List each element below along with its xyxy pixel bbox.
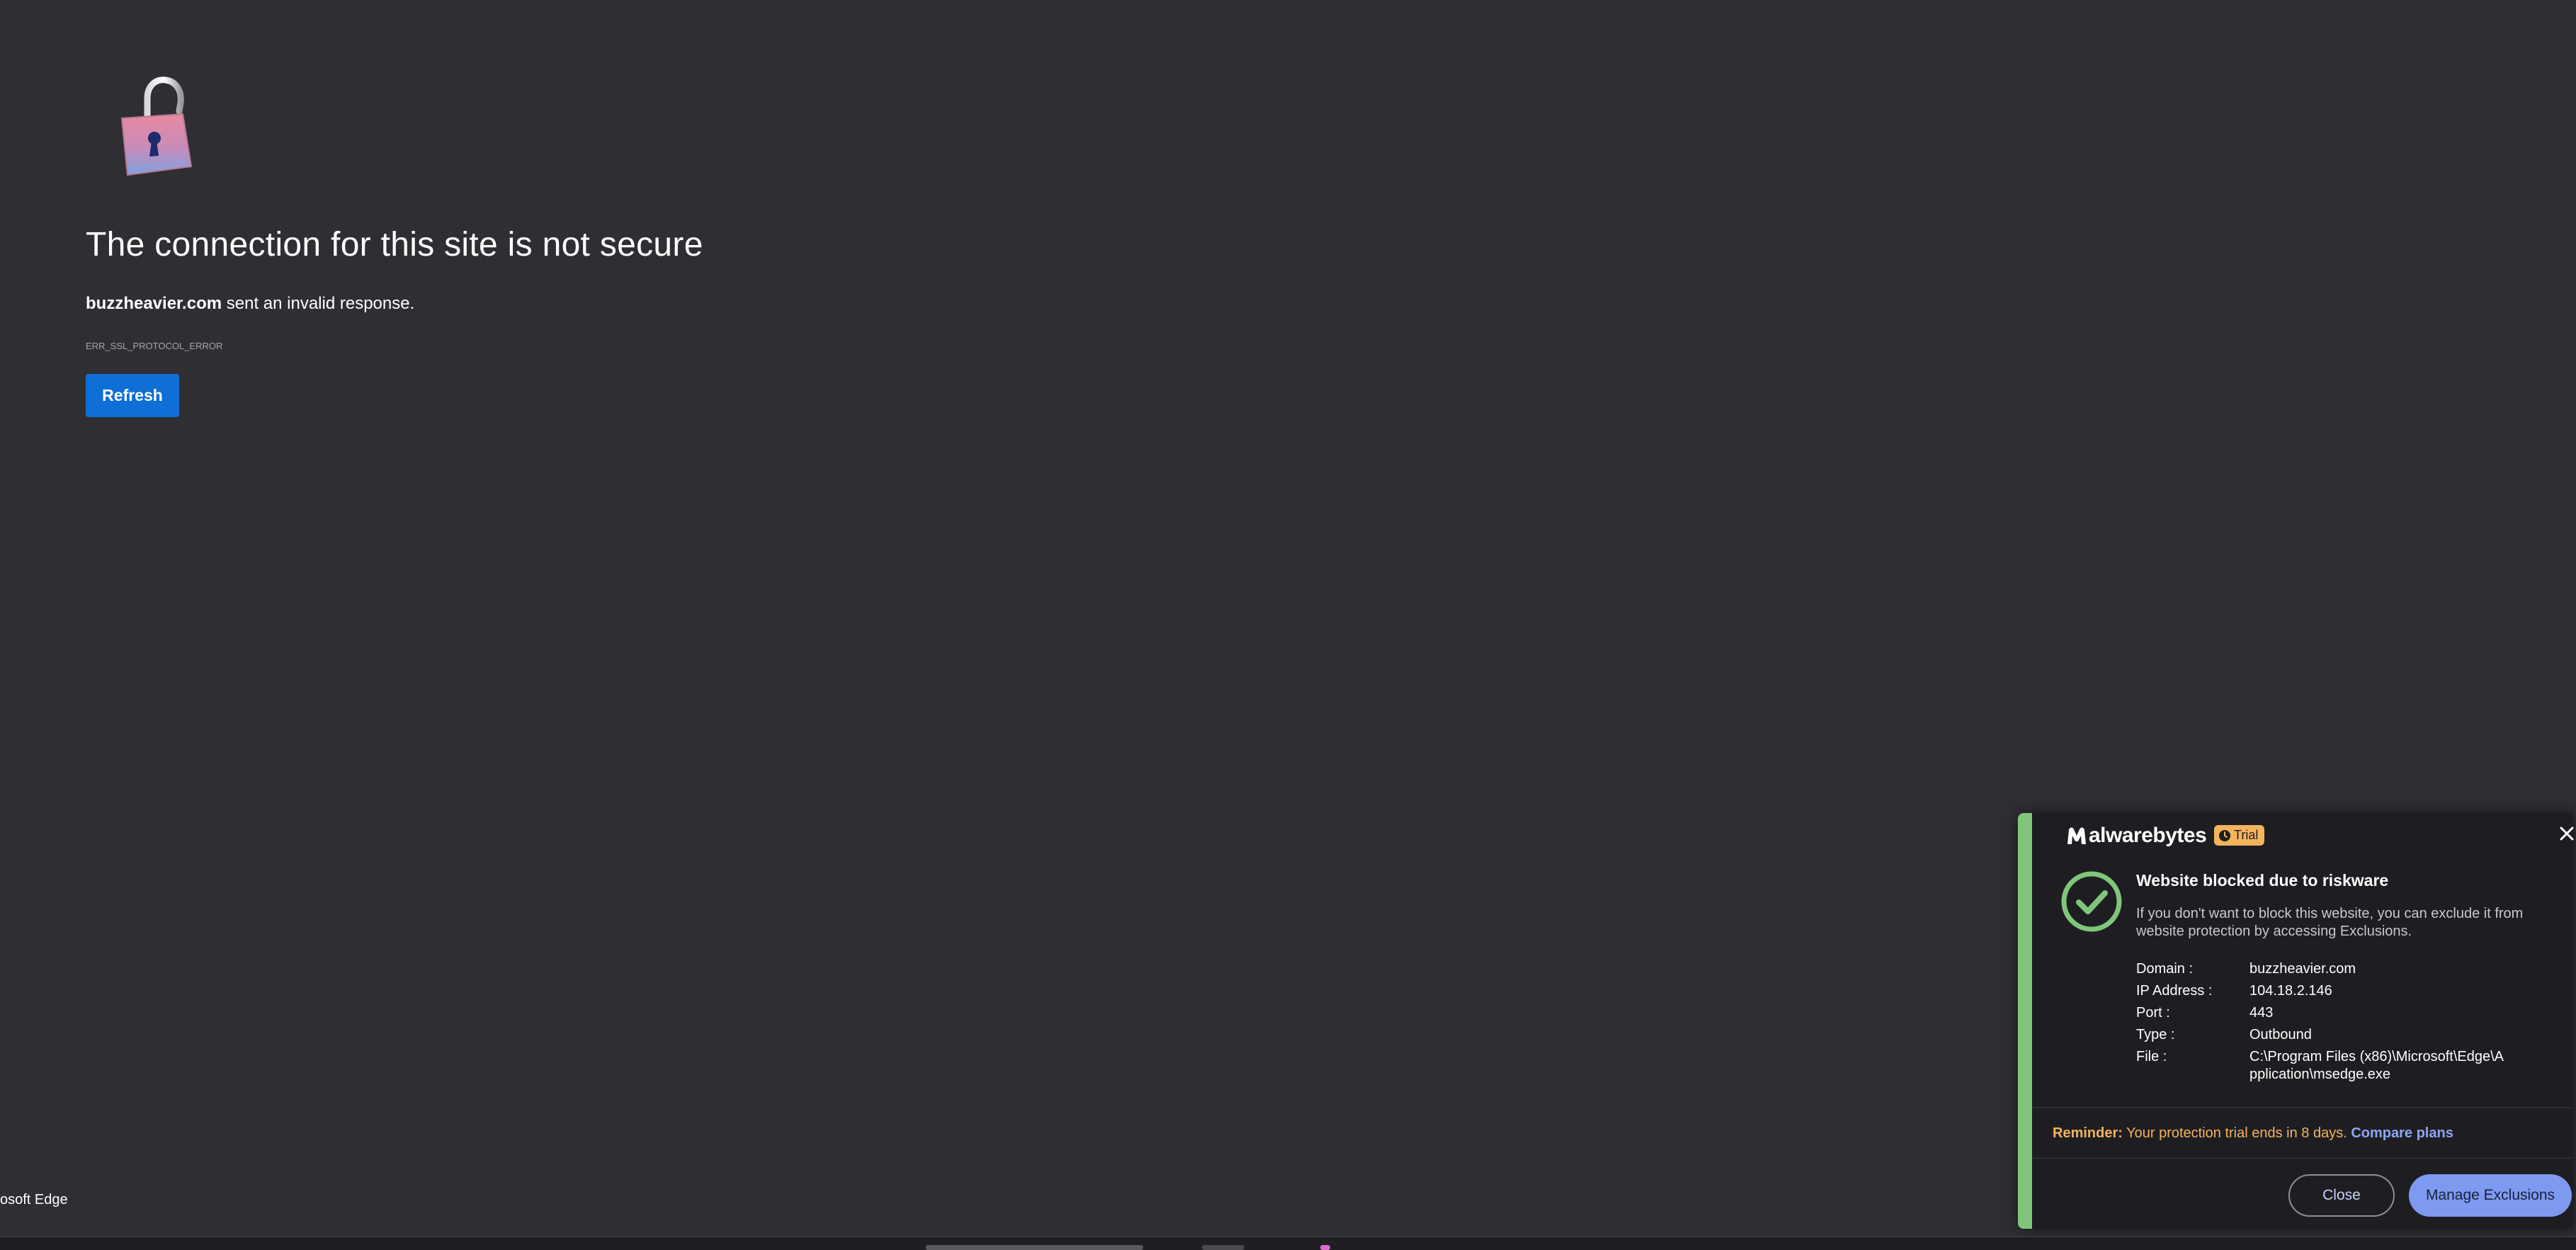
popup-title: Website blocked due to riskware	[2136, 871, 2389, 890]
error-domain: buzzheavier.com	[86, 294, 222, 313]
error-description: buzzheavier.com sent an invalid response…	[86, 294, 414, 314]
taskbar-app-label: osoft Edge	[0, 1192, 68, 1208]
error-title: The connection for this site is not secu…	[86, 226, 703, 263]
unlocked-padlock-icon	[120, 76, 193, 176]
reminder-label: Reminder:	[2053, 1125, 2123, 1141]
detail-row-ip: IP Address : 104.18.2.146	[2136, 982, 2561, 1000]
detail-row-type: Type : Outbound	[2136, 1026, 2561, 1044]
refresh-button[interactable]: Refresh	[86, 374, 179, 417]
detail-value: 104.18.2.146	[2249, 983, 2332, 999]
clock-icon	[2219, 829, 2230, 841]
detail-row-port: Port : 443	[2136, 1004, 2561, 1022]
malwarebytes-logo-icon	[2067, 827, 2086, 844]
detail-key: Port :	[2136, 1005, 2170, 1021]
trial-reminder: Reminder: Your protection trial ends in …	[2053, 1125, 2453, 1142]
detail-row-domain: Domain : buzzheavier.com	[2136, 960, 2561, 978]
check-circle-icon	[2061, 871, 2122, 932]
popup-message: If you don't want to block this website,…	[2136, 906, 2524, 939]
close-button[interactable]: Close	[2288, 1174, 2395, 1217]
malwarebytes-popup: alwarebytes Trial Website blocked due to…	[2018, 813, 2576, 1229]
detail-value: Outbound	[2249, 1027, 2312, 1042]
taskbar-item[interactable]	[926, 1245, 1143, 1250]
close-icon[interactable]	[2556, 823, 2576, 844]
detail-table: Domain : buzzheavier.com IP Address : 10…	[2136, 960, 2561, 1088]
taskbar	[0, 1236, 2576, 1250]
divider	[2032, 1157, 2573, 1159]
detail-key: Type :	[2136, 1027, 2175, 1042]
detail-key: IP Address :	[2136, 983, 2213, 999]
divider	[2032, 1107, 2573, 1108]
detail-key: Domain :	[2136, 961, 2194, 977]
malwarebytes-logo: alwarebytes	[2066, 823, 2207, 848]
taskbar-item[interactable]	[1320, 1245, 1330, 1250]
trial-badge: Trial	[2214, 825, 2265, 846]
malwarebytes-brand-text: alwarebytes	[2089, 824, 2207, 847]
taskbar-item[interactable]	[1202, 1245, 1244, 1250]
detail-value: C:\Program Files (x86)\Microsoft\Edge\Ap…	[2249, 1049, 2504, 1082]
trial-label: Trial	[2234, 828, 2259, 842]
detail-value: 443	[2249, 1005, 2274, 1021]
error-description-text: sent an invalid response.	[222, 294, 415, 313]
reminder-text: Your protection trial ends in 8 days.	[2122, 1125, 2351, 1141]
error-code: ERR_SSL_PROTOCOL_ERROR	[86, 341, 223, 351]
manage-exclusions-button[interactable]: Manage Exclusions	[2409, 1174, 2572, 1217]
compare-plans-link[interactable]: Compare plans	[2351, 1125, 2453, 1141]
detail-key: File :	[2136, 1049, 2167, 1064]
detail-value: buzzheavier.com	[2249, 961, 2356, 977]
detail-row-file: File : C:\Program Files (x86)\Microsoft\…	[2136, 1048, 2561, 1084]
